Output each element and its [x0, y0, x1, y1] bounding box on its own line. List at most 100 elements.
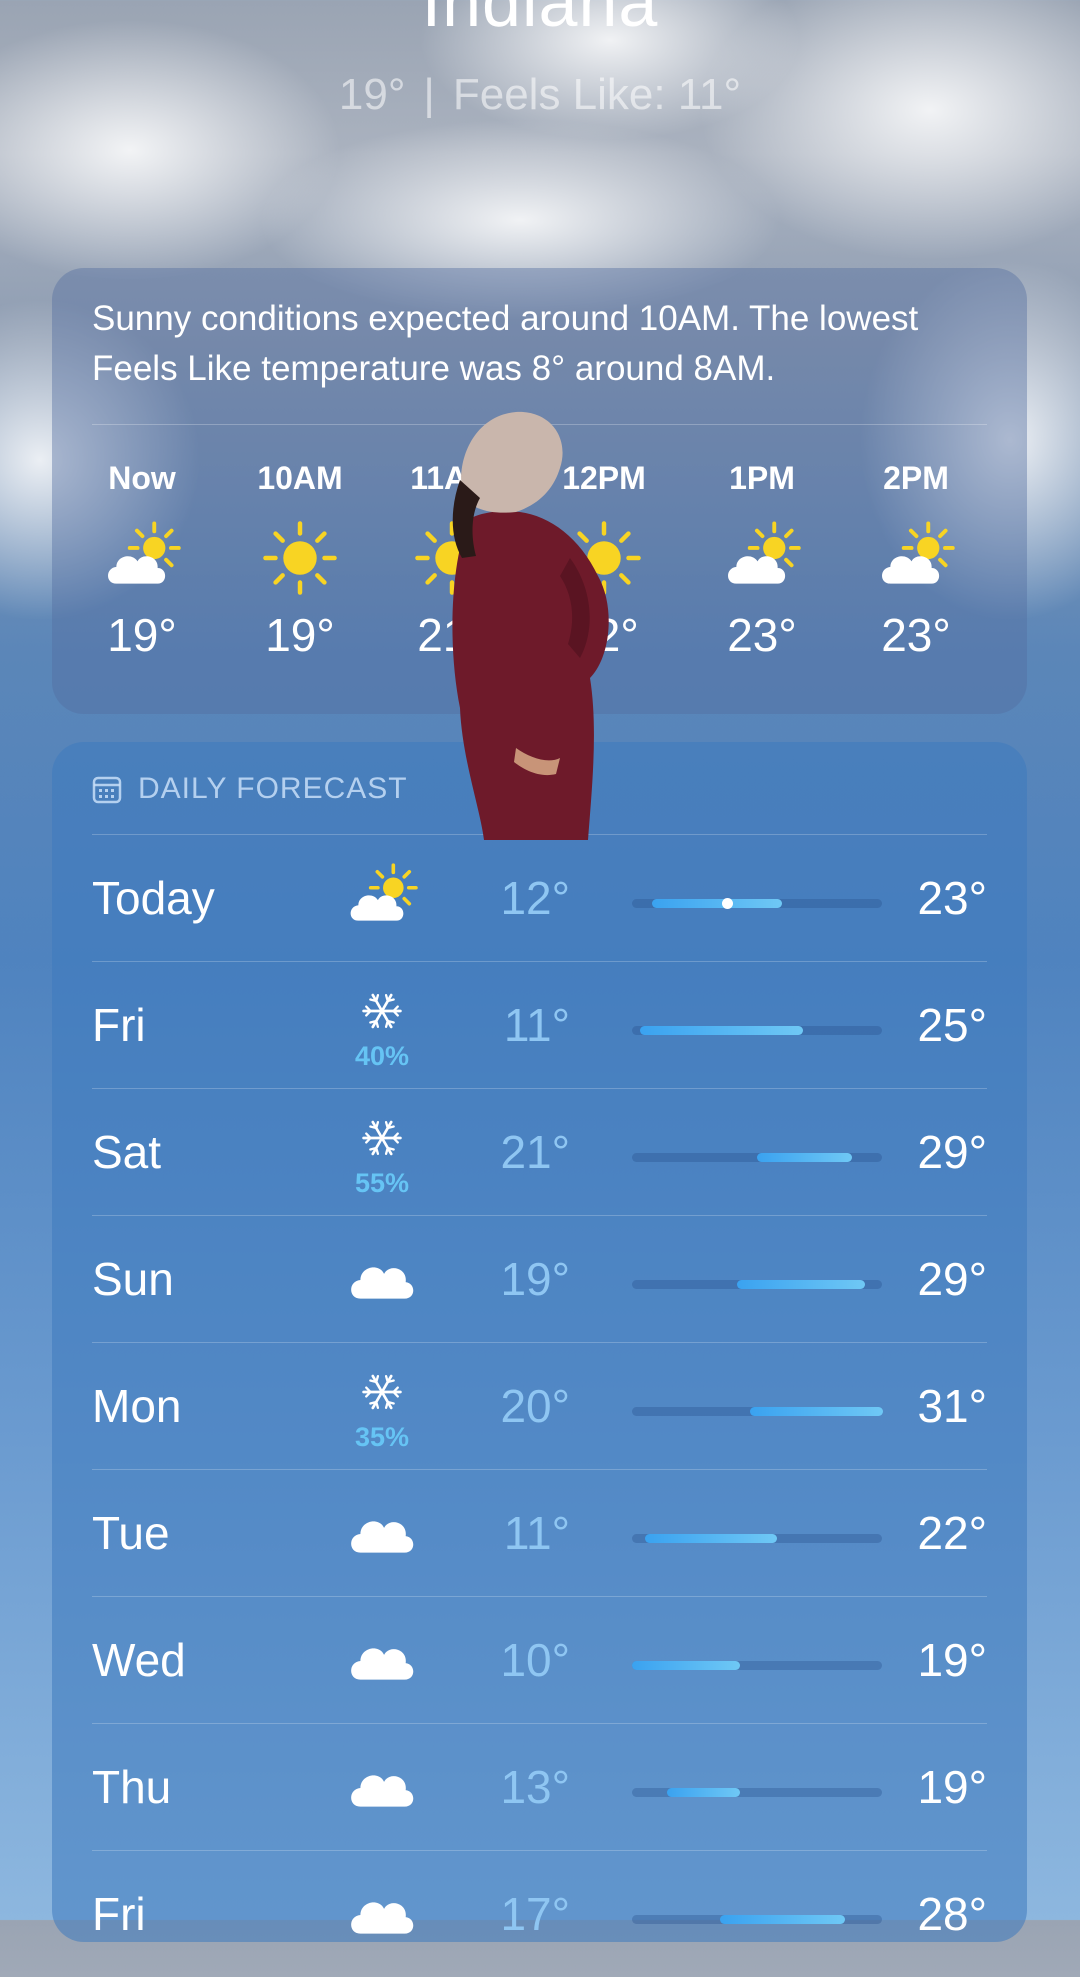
temp-range-fill — [640, 1026, 803, 1035]
high-temp: 25° — [917, 999, 987, 1051]
snowflake-icon — [359, 1115, 405, 1166]
hour-item[interactable]: Now 19° — [82, 458, 202, 662]
temp-range-fill — [667, 1788, 740, 1797]
temp-range-fill — [750, 1407, 883, 1416]
low-temp: 11° — [503, 1507, 570, 1559]
hour-temp: 19° — [265, 609, 335, 661]
daily-row[interactable]: Tue 11° 22° — [92, 1469, 987, 1596]
daily-row[interactable]: Thu 13° 19° — [92, 1723, 987, 1850]
low-temp: 21° — [500, 1126, 570, 1178]
low-temp: 13° — [500, 1761, 570, 1813]
low-temp: 20° — [500, 1380, 570, 1432]
sun-icon — [240, 518, 360, 598]
daily-list[interactable]: Today 12° 23° Fri 40% 11° 25° Sat 55% 21° … — [92, 834, 987, 1977]
city-name: Indiana — [421, 0, 659, 41]
weather-icon-cell — [332, 1750, 432, 1830]
day-name: Fri — [92, 999, 146, 1051]
high-temp: 19° — [917, 1761, 987, 1813]
precip-chance: 40% — [354, 1041, 410, 1071]
weather-icon-cell — [332, 1496, 432, 1576]
hour-item[interactable]: 2PM 23° — [856, 458, 976, 662]
hour-temp: 23° — [881, 609, 951, 661]
day-name: Wed — [92, 1634, 186, 1686]
day-name: Tue — [92, 1507, 170, 1559]
low-temp: 10° — [500, 1634, 570, 1686]
temp-range-fill — [645, 1534, 777, 1543]
weather-icon-cell — [332, 861, 432, 941]
low-temp: 19° — [500, 1253, 570, 1305]
weather-icon-cell — [332, 1877, 432, 1957]
cloud-icon — [346, 1242, 418, 1319]
partly-sunny-icon — [82, 518, 202, 598]
day-name: Today — [92, 872, 215, 924]
partly-sunny-icon — [346, 861, 418, 938]
temp-range-bar — [632, 1788, 882, 1797]
cloud-icon — [346, 1623, 418, 1700]
precip-chance: 55% — [354, 1168, 410, 1198]
weather-icon-cell: 40% — [332, 988, 432, 1071]
daily-row[interactable]: Sat 55% 21° 29° — [92, 1088, 987, 1215]
temp-range-fill — [652, 899, 782, 908]
current-temp-dot — [722, 898, 733, 909]
hour-temp: 19° — [107, 609, 177, 661]
current-conditions: 19° | Feels Like: 11° — [0, 70, 1080, 120]
daily-forecast-header: DAILY FORECAST — [92, 772, 408, 806]
person-overlay-image — [452, 411, 609, 840]
day-name: Sat — [92, 1126, 162, 1178]
weather-icon-cell: 55% — [332, 1115, 432, 1198]
daily-row[interactable]: Wed 10° 19° — [92, 1596, 987, 1723]
daily-row[interactable]: Mon 35% 20° 31° — [92, 1342, 987, 1469]
current-temp: 19° — [338, 70, 406, 119]
weather-icon-cell: 35% — [332, 1369, 432, 1452]
high-temp: 19° — [917, 1634, 987, 1686]
daily-row[interactable]: Sun 19° 29° — [92, 1215, 987, 1342]
calendar-icon — [92, 776, 122, 804]
hour-item[interactable]: 1PM 23° — [702, 458, 822, 662]
hourly-summary: Sunny conditions expected around 10AM. T… — [92, 299, 919, 388]
low-temp: 11° — [503, 999, 570, 1051]
high-temp: 29° — [917, 1126, 987, 1178]
temp-range-bar — [632, 1661, 882, 1670]
high-temp: 29° — [917, 1253, 987, 1305]
separator: | — [423, 70, 435, 119]
daily-row[interactable]: Today 12° 23° — [92, 834, 987, 961]
cloud-icon — [346, 1750, 418, 1827]
temp-range-fill — [757, 1153, 852, 1162]
day-name: Fri — [92, 1888, 146, 1940]
hour-time: 10AM — [257, 460, 343, 496]
temp-range-bar — [632, 1534, 882, 1543]
cloud-icon — [346, 1496, 418, 1573]
hour-time: Now — [108, 460, 176, 496]
low-temp: 17° — [500, 1888, 570, 1940]
high-temp: 28° — [917, 1888, 987, 1940]
snowflake-icon — [359, 1369, 405, 1420]
temp-range-bar — [632, 1153, 882, 1162]
high-temp: 22° — [917, 1507, 987, 1559]
hour-time: 2PM — [883, 460, 949, 496]
temp-range-fill — [632, 1661, 740, 1670]
temp-range-bar — [632, 898, 882, 909]
high-temp: 23° — [917, 872, 987, 924]
hour-temp: 23° — [727, 609, 797, 661]
day-name: Mon — [92, 1380, 182, 1432]
weather-icon-cell — [332, 1242, 432, 1322]
daily-forecast-card[interactable]: DAILY FORECAST Today 12° 23° Fri 40% 11° … — [52, 742, 1027, 1942]
partly-sunny-icon — [856, 518, 976, 598]
hour-item[interactable]: 10AM 19° — [240, 458, 360, 662]
daily-row[interactable]: Fri 17° 28° — [92, 1850, 987, 1977]
weather-icon-cell — [332, 1623, 432, 1703]
daily-forecast-title: DAILY FORECAST — [138, 772, 408, 805]
day-name: Sun — [92, 1253, 174, 1305]
temp-range-bar — [632, 1407, 883, 1416]
low-temp: 12° — [500, 872, 570, 924]
high-temp: 31° — [917, 1380, 987, 1432]
hour-time: 1PM — [729, 460, 795, 496]
cloud-icon — [346, 1877, 418, 1954]
feels-like: Feels Like: 11° — [452, 70, 742, 119]
precip-chance: 35% — [354, 1422, 410, 1452]
partly-sunny-icon — [702, 518, 822, 598]
snowflake-icon — [359, 988, 405, 1039]
temp-range-fill — [737, 1280, 865, 1289]
temp-range-bar — [632, 1280, 882, 1289]
daily-row[interactable]: Fri 40% 11° 25° — [92, 961, 987, 1088]
